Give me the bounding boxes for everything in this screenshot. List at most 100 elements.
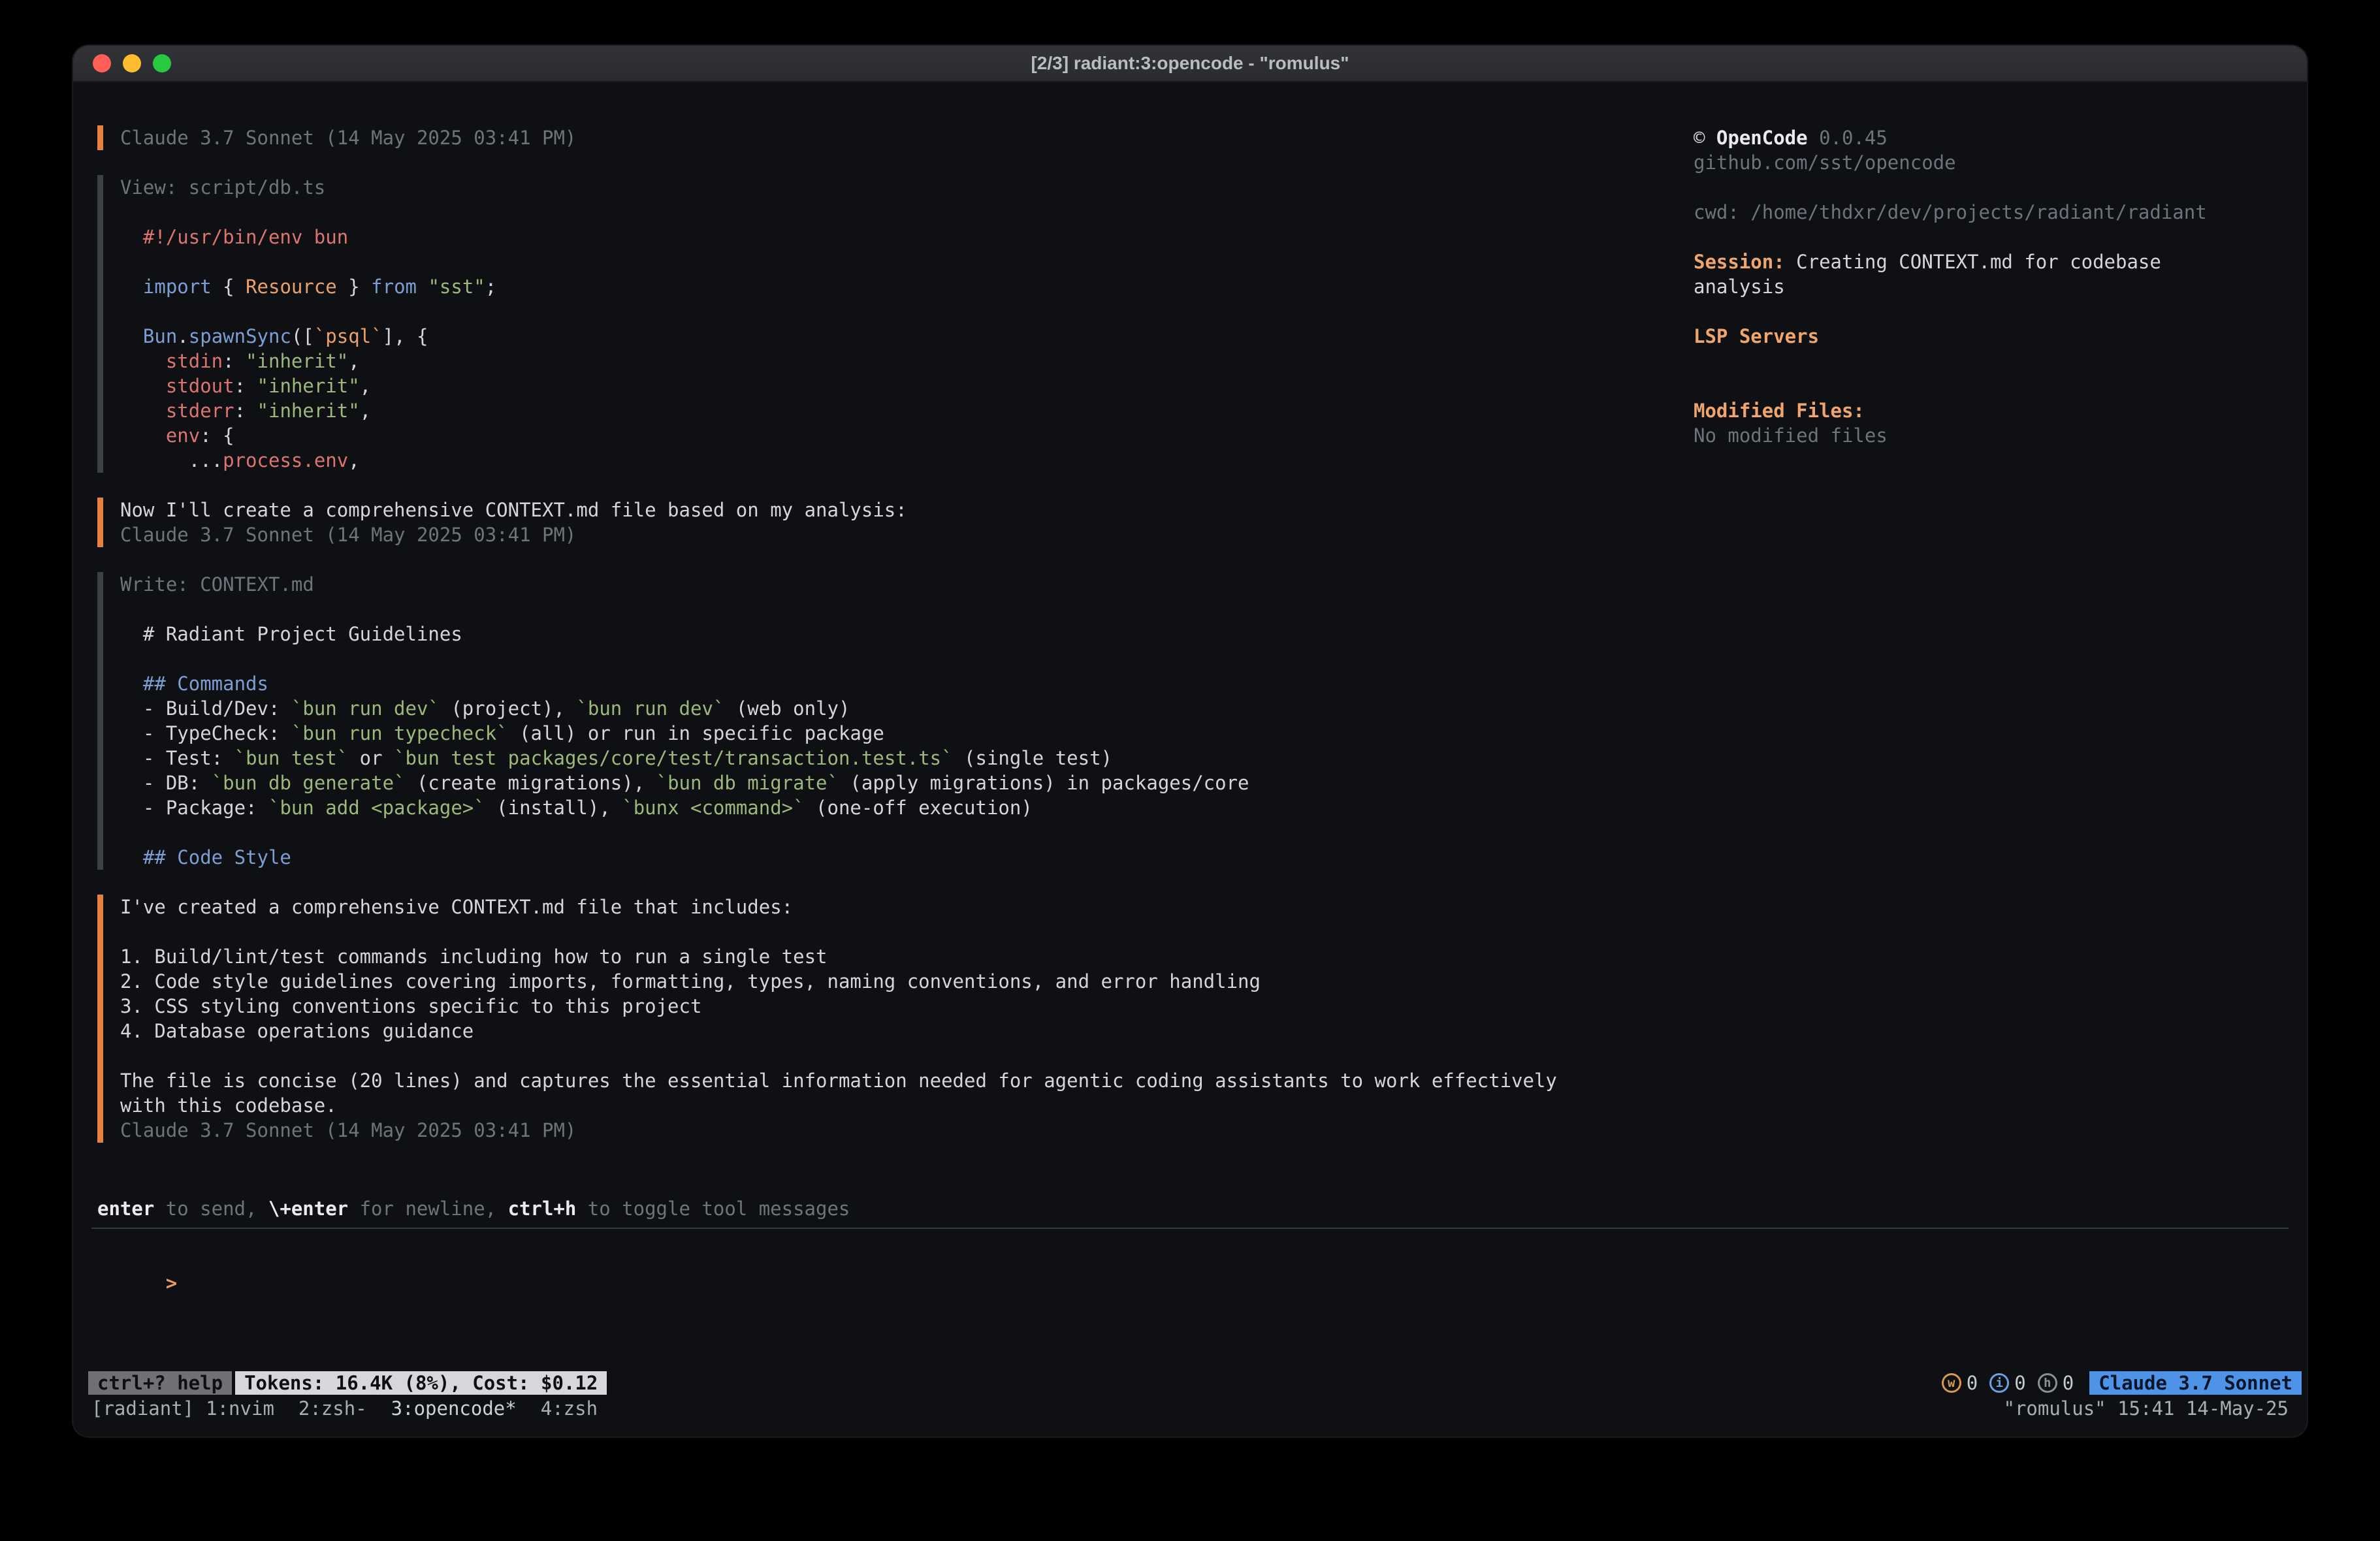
text-token: { [212, 276, 246, 298]
text-token: ctrl+h [508, 1198, 577, 1220]
help-shortcut-badge: ctrl+? help [88, 1371, 232, 1395]
text-token [120, 400, 166, 422]
text-token: # Radiant Project Guidelines [120, 623, 462, 645]
chat-block-tool: Write: CONTEXT.md # Radiant Project Guid… [97, 572, 1557, 870]
text-token: - Test: [120, 747, 234, 769]
text-token: Now I'll create a comprehensive CONTEXT.… [120, 499, 907, 521]
text-line: Claude 3.7 Sonnet (14 May 2025 03:41 PM) [120, 522, 1557, 547]
text-token: analysis [1694, 276, 1785, 298]
hints-indicator: h0 [2038, 1372, 2074, 1394]
text-line [120, 200, 1557, 225]
text-token: `bun db migrate` [656, 772, 839, 794]
text-line: Session: Creating CONTEXT.md for codebas… [1694, 249, 2207, 274]
text-token: `bun run dev` [291, 697, 440, 720]
text-token [120, 673, 143, 695]
text-token: (apply migrations) in packages/core [839, 772, 1249, 794]
text-line: - Build/Dev: `bun run dev` (project), `b… [120, 696, 1557, 721]
tmux-window-2-zsh-[interactable]: 2:zsh- [298, 1397, 367, 1420]
text-line: 2. Code style guidelines covering import… [120, 969, 1557, 994]
text-line: stderr: "inherit", [120, 398, 1557, 423]
text-token: 0.0.45 [1808, 127, 1888, 149]
text-token [120, 350, 166, 372]
chat-block-tool: View: script/db.ts #!/usr/bin/env bun im… [97, 175, 1557, 473]
text-line: ## Commands [120, 671, 1557, 696]
text-token: Bun [143, 325, 177, 347]
text-line [120, 646, 1557, 671]
text-token: ## Commands [143, 673, 268, 695]
text-token: \+enter [268, 1198, 348, 1220]
text-token: 2. Code style guidelines covering import… [120, 970, 1261, 993]
tmux-window-4-zsh[interactable]: 4:zsh [541, 1397, 598, 1420]
text-token: (web only) [724, 697, 850, 720]
text-token: from [371, 276, 417, 298]
chat-block-message: I've created a comprehensive CONTEXT.md … [97, 895, 1557, 1143]
text-token: stdin [166, 350, 223, 372]
text-line: 4. Database operations guidance [120, 1019, 1557, 1043]
window-controls [73, 54, 171, 72]
text-line [1694, 299, 2207, 324]
window-titlebar[interactable]: [2/3] radiant:3:opencode - "romulus" [73, 46, 2307, 82]
text-line: ...process.env, [120, 448, 1557, 473]
text-token: Claude 3.7 Sonnet (14 May 2025 03:41 PM) [120, 524, 576, 546]
text-token [120, 424, 166, 447]
text-token: import [143, 276, 212, 298]
text-token: `bun add <package>` [268, 797, 485, 819]
text-line [1694, 349, 2207, 373]
text-line: Now I'll create a comprehensive CONTEXT.… [120, 498, 1557, 522]
text-token: , [360, 400, 371, 422]
text-token: `bun test packages/core/test/transaction… [394, 747, 953, 769]
text-token: `bun run typecheck` [291, 722, 508, 744]
warnings-count: 0 [1967, 1372, 1978, 1394]
text-line [120, 249, 1557, 274]
text-line: analysis [1694, 274, 2207, 299]
text-line: 3. CSS styling conventions specific to t… [120, 994, 1557, 1019]
chat-log: Claude 3.7 Sonnet (14 May 2025 03:41 PM)… [97, 125, 1557, 1168]
warnings-icon: w [1942, 1373, 1961, 1393]
zoom-button[interactable] [153, 54, 171, 72]
text-token: Creating CONTEXT.md for codebase [1785, 251, 2161, 273]
text-token: 1. Build/lint/test commands including ho… [120, 945, 828, 968]
text-token: (create migrations), [406, 772, 656, 794]
text-token: : [234, 400, 257, 422]
minimize-button[interactable] [123, 54, 141, 72]
text-token: Resource [246, 276, 337, 298]
text-line [1694, 225, 2207, 249]
text-token: to send, [154, 1198, 268, 1220]
tmux-session-name: [radiant] [91, 1396, 194, 1421]
text-token: with this codebase. [120, 1094, 337, 1117]
text-token: ... [120, 449, 223, 471]
text-token: (single test) [953, 747, 1112, 769]
status-bar: ctrl+? help Tokens: 16.4K (8%), Cost: $0… [88, 1371, 2302, 1395]
text-token: process.env [223, 449, 348, 471]
input-divider [91, 1228, 2289, 1229]
text-token: , [348, 449, 359, 471]
hints-icon: h [2038, 1373, 2057, 1393]
text-line: LSP Servers [1694, 324, 2207, 349]
prompt-input[interactable] [166, 1295, 1472, 1320]
tmux-window-3-opencode-[interactable]: 3:opencode* [391, 1397, 517, 1420]
info-icon: i [1989, 1373, 2009, 1393]
text-line [120, 299, 1557, 324]
text-token: `bun db generate` [212, 772, 406, 794]
text-token: stderr [166, 400, 234, 422]
text-token: github.com/sst/opencode [1694, 151, 1956, 174]
text-token: enter [97, 1198, 154, 1220]
tmux-window-1-nvim[interactable]: 1:nvim [206, 1397, 274, 1420]
text-line [1694, 175, 2207, 200]
info-indicator: i0 [1989, 1372, 2025, 1394]
text-token: "sst" [428, 276, 485, 298]
text-line: cwd: /home/thdxr/dev/projects/radiant/ra… [1694, 200, 2207, 225]
text-token: No modified files [1694, 424, 1888, 447]
prompt-line[interactable]: > [97, 1246, 1472, 1271]
input-hint: enter to send, \+enter for newline, ctrl… [97, 1196, 850, 1221]
info-count: 0 [2014, 1372, 2025, 1394]
text-token: - Build/Dev: [120, 697, 291, 720]
text-line: Bun.spawnSync([`psql`], { [120, 324, 1557, 349]
text-token: - Package: [120, 797, 268, 819]
text-token: The file is concise (20 lines) and captu… [120, 1070, 1557, 1092]
text-line: - Package: `bun add <package>` (install)… [120, 795, 1557, 820]
text-line: 1. Build/lint/test commands including ho… [120, 944, 1557, 969]
close-button[interactable] [93, 54, 111, 72]
text-token: 4. Database operations guidance [120, 1020, 474, 1042]
text-line: The file is concise (20 lines) and captu… [120, 1068, 1557, 1093]
